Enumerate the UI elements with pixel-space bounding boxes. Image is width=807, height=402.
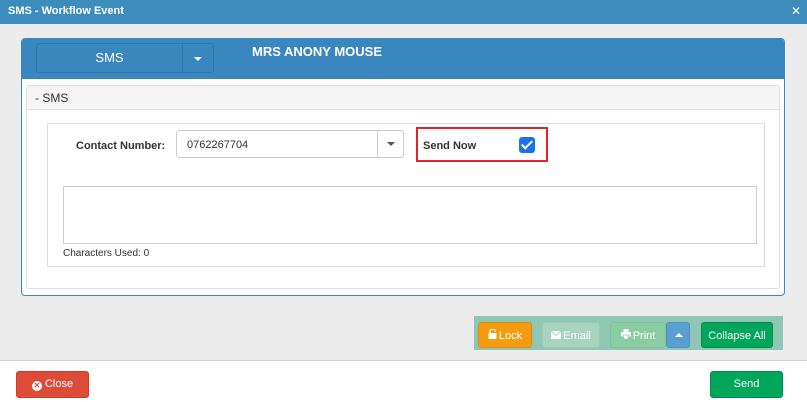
print-button[interactable]: Print: [610, 322, 666, 348]
sms-panel: SMS MRS ANONY MOUSE - SMS Contact Number…: [21, 38, 785, 296]
event-type-select[interactable]: SMS: [36, 43, 214, 73]
email-button[interactable]: Email: [542, 322, 600, 348]
send-now-label: Send Now: [423, 140, 477, 152]
footer-divider: [0, 360, 807, 361]
content-area: SMS MRS ANONY MOUSE - SMS Contact Number…: [0, 24, 807, 360]
collapse-all-button[interactable]: Collapse All: [701, 322, 773, 348]
lock-icon: [488, 323, 497, 349]
chevron-down-icon[interactable]: [377, 131, 403, 157]
section-header-toggle[interactable]: - SMS: [27, 86, 779, 110]
email-button-label: Email: [563, 330, 591, 342]
lock-button-label: Lock: [498, 330, 523, 342]
patient-name: MRS ANONY MOUSE: [252, 44, 383, 59]
chevron-down-icon[interactable]: [183, 44, 213, 72]
print-button-label: Print: [632, 330, 656, 342]
contact-number-label: Contact Number:: [76, 140, 166, 152]
contact-number-select[interactable]: 0762267704: [176, 130, 404, 158]
close-button-label: Close: [44, 378, 74, 390]
send-now-checkbox[interactable]: [519, 137, 535, 153]
event-type-label: SMS: [37, 44, 183, 72]
close-circle-icon: ✕: [31, 381, 42, 391]
printer-icon: [620, 323, 631, 349]
print-options-toggle[interactable]: [666, 322, 690, 348]
close-button[interactable]: ✕ Close: [16, 371, 89, 398]
send-now-highlight: Send Now: [416, 127, 548, 162]
panel-header: SMS MRS ANONY MOUSE: [22, 39, 784, 79]
send-button[interactable]: Send: [710, 371, 783, 398]
window-titlebar: SMS - Workflow Event ✕: [0, 0, 807, 24]
contact-number-value: 0762267704: [187, 139, 249, 151]
sms-section: - SMS Contact Number: 0762267704 Send No…: [26, 85, 780, 289]
window-close-icon[interactable]: ✕: [791, 4, 801, 18]
action-toolbar: Lock Email Print Collapse All: [474, 316, 783, 350]
envelope-icon: [550, 323, 562, 349]
message-textarea[interactable]: [63, 186, 757, 244]
lock-button[interactable]: Lock: [478, 322, 532, 348]
characters-used: Characters Used: 0: [63, 248, 150, 259]
window-title: SMS - Workflow Event: [8, 5, 124, 17]
sms-form: Contact Number: 0762267704 Send Now Char…: [47, 123, 765, 267]
